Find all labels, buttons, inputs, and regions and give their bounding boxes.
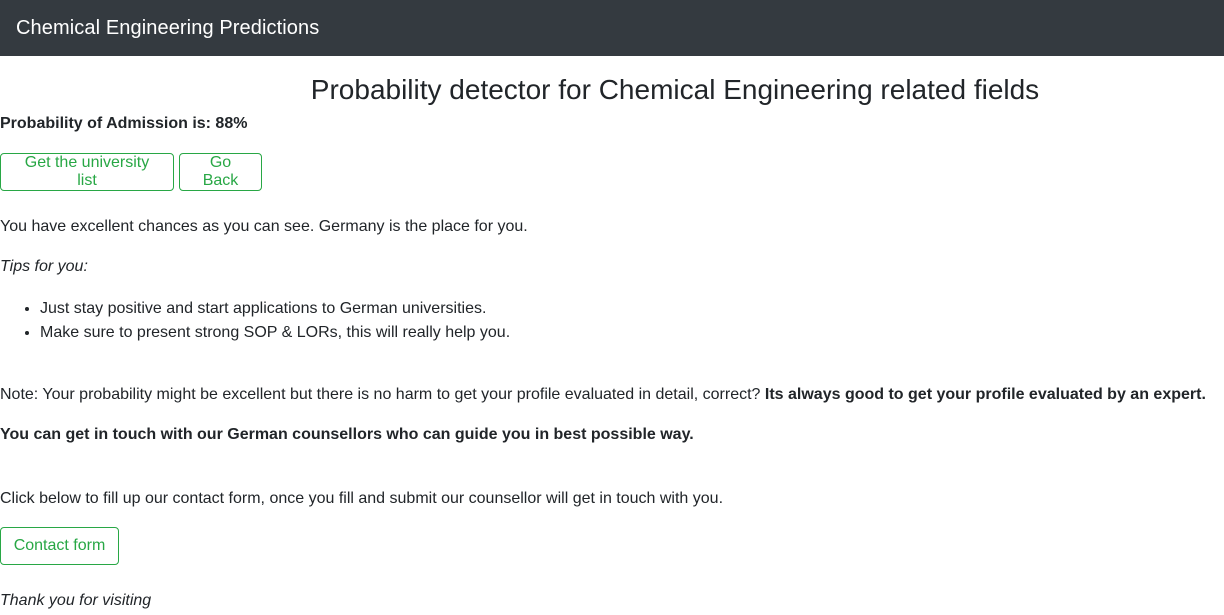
contact-form-button[interactable]: Contact form <box>0 527 119 565</box>
tip-item: Make sure to present strong SOP & LORs, … <box>40 321 510 345</box>
tips-list: Just stay positive and start application… <box>0 297 510 345</box>
tip-item: Just stay positive and start application… <box>40 297 510 321</box>
university-list-button[interactable]: Get the university list <box>0 153 174 191</box>
note-text: Note: Your probability might be excellen… <box>0 386 765 403</box>
go-back-button[interactable]: Go Back <box>179 153 262 191</box>
note-bold-text: Its always good to get your profile eval… <box>764 386 1206 403</box>
counsellor-contact-text: You can get in touch with our German cou… <box>0 426 694 443</box>
navbar-brand[interactable]: Chemical Engineering Predictions <box>16 17 319 40</box>
tips-heading: Tips for you: <box>0 258 88 275</box>
page-title: Probability detector for Chemical Engine… <box>310 74 1040 105</box>
admission-probability: Probability of Admission is: 88% <box>0 115 248 132</box>
thanks-text: Thank you for visiting <box>0 592 152 609</box>
top-navbar: Chemical Engineering Predictions <box>0 0 1224 56</box>
excellent-chances-text: You have excellent chances as you can se… <box>0 218 528 235</box>
note-paragraph: Note: Your probability might be excellen… <box>0 385 1206 405</box>
contact-form-instructions: Click below to fill up our contact form,… <box>0 490 724 507</box>
